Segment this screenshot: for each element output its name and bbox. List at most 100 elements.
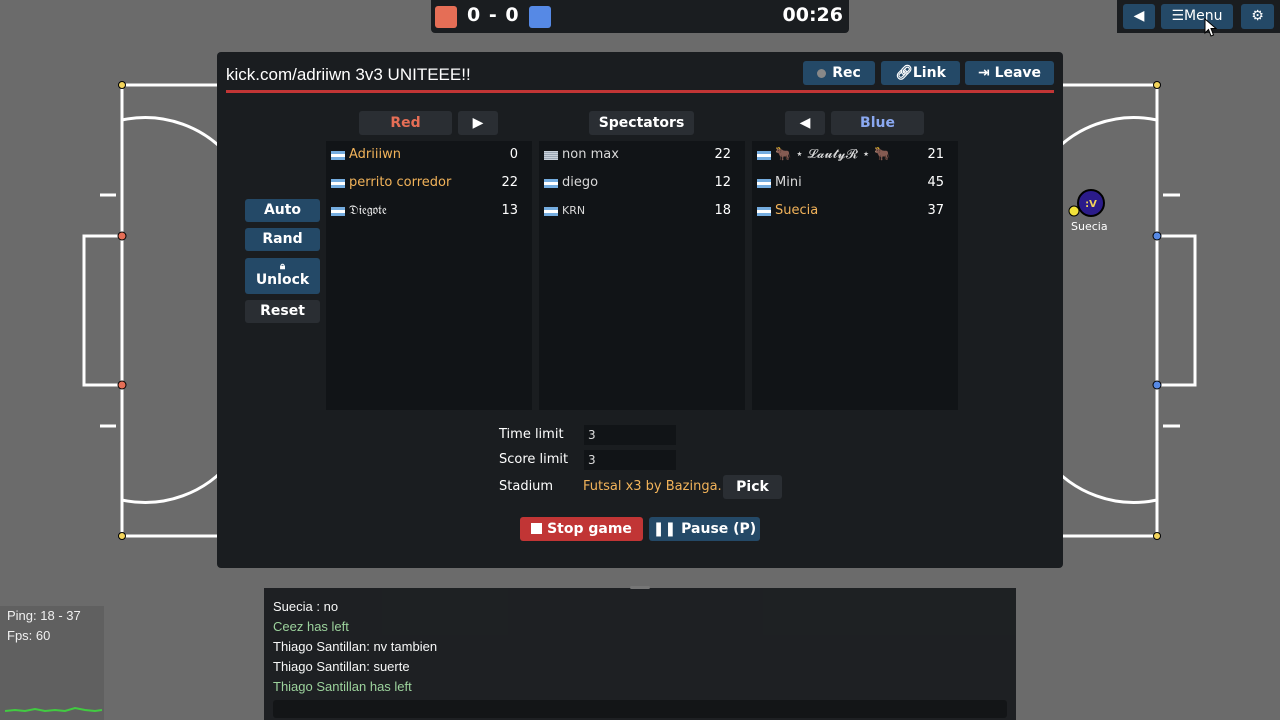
- argentina-flag-icon: [757, 207, 771, 216]
- play-right-icon: ▶: [472, 115, 484, 131]
- hamburger-icon: ☰: [1171, 8, 1185, 24]
- right-top-arc: [1045, 116, 1158, 161]
- chat-panel: Suecia : no Ceez has left Thiago Santill…: [264, 586, 1016, 720]
- player-ping: 21: [927, 147, 944, 162]
- gear-icon: ⚙: [1251, 8, 1264, 24]
- red-team-list[interactable]: Adriiiwn 0 perrito corredor 22 𝔇𝔦𝔢𝔤𝔬𝔱𝔢 1…: [326, 141, 532, 410]
- game-timer: 00:26: [782, 4, 843, 26]
- player-ping: 12: [714, 175, 731, 190]
- mouse-cursor-icon: [1204, 18, 1218, 37]
- pick-stadium-button[interactable]: Pick: [723, 475, 782, 499]
- player-name: KRN: [562, 204, 586, 217]
- player-row[interactable]: diego 12: [539, 169, 745, 197]
- leave-button[interactable]: ⇥ Leave: [965, 61, 1054, 85]
- argentina-flag-icon: [331, 207, 345, 216]
- game-stage: :V Suecia 0 - 0 00:26 ◀ ☰Menu ⚙ kick.com…: [0, 0, 1280, 720]
- player-name: Suecia: [775, 203, 819, 218]
- spectators-button[interactable]: Spectators: [589, 111, 694, 135]
- player-row[interactable]: 🐂 ⋆ 𝓛𝓪𝓾𝓽𝔂𝓡 ⋆ 🐂 21: [752, 141, 958, 169]
- red-team-button[interactable]: Red: [359, 111, 452, 135]
- title-divider: [226, 90, 1054, 93]
- exit-icon: ⇥: [977, 65, 995, 81]
- room-title: kick.com/adriiwn 3v3 UNITEEE!!: [226, 65, 471, 84]
- player-name: Adriiiwn: [349, 147, 401, 162]
- player-name: diego: [562, 175, 599, 190]
- player-row[interactable]: perrito corredor 22: [326, 169, 532, 197]
- blue-team-list[interactable]: 🐂 ⋆ 𝓛𝓪𝓾𝓽𝔂𝓡 ⋆ 🐂 21 Mini 45 Suecia 37: [752, 141, 958, 410]
- stop-label: Stop game: [547, 521, 632, 537]
- room-dialog: kick.com/adriiwn 3v3 UNITEEE!! Rec 🔗︎Lin…: [217, 52, 1063, 568]
- stadium-name: Futsal x3 by Bazinga...: [583, 479, 730, 494]
- spectators-list[interactable]: non max 22 diego 12 KRN 18: [539, 141, 745, 410]
- record-icon: [817, 68, 827, 78]
- argentina-flag-icon: [757, 179, 771, 188]
- time-limit-label: Time limit: [499, 427, 564, 442]
- pause-label: Pause (P): [681, 521, 757, 537]
- argentina-flag-icon: [544, 207, 558, 216]
- player-name: Mini: [775, 175, 802, 190]
- stadium-label: Stadium: [499, 479, 554, 494]
- argentina-flag-icon: [331, 179, 345, 188]
- chat-message: Suecia : no: [273, 599, 339, 614]
- stop-game-button[interactable]: Stop game: [520, 517, 643, 541]
- score-limit-field[interactable]: 3: [584, 450, 676, 470]
- player-row[interactable]: Mini 45: [752, 169, 958, 197]
- left-bottom-arc: [121, 459, 234, 504]
- player-row[interactable]: Suecia 37: [752, 197, 958, 225]
- score-limit-label: Score limit: [499, 452, 569, 467]
- player-ping: 0: [509, 147, 518, 162]
- chat-log: Suecia : no Ceez has left Thiago Santill…: [273, 597, 437, 697]
- left-post-bottom: [117, 380, 127, 390]
- player-row[interactable]: non max 22: [539, 141, 745, 169]
- network-stats: Ping: 18 - 37 Fps: 60: [0, 606, 104, 720]
- settings-button[interactable]: ⚙: [1241, 4, 1274, 29]
- score: 0 - 0: [467, 4, 520, 26]
- player-row[interactable]: Adriiiwn 0: [326, 141, 532, 169]
- argentina-flag-icon: [757, 151, 771, 160]
- reset-button[interactable]: Reset: [245, 300, 320, 323]
- time-limit-field[interactable]: 3: [584, 425, 676, 445]
- top-right-controls: ◀ ☰Menu ⚙: [1117, 0, 1280, 33]
- menu-button[interactable]: ☰Menu: [1161, 4, 1233, 29]
- flag-icon: [544, 151, 558, 160]
- link-button[interactable]: 🔗︎Link: [881, 61, 960, 85]
- sound-button[interactable]: ◀: [1123, 4, 1155, 29]
- right-bottom-arc: [1045, 459, 1158, 504]
- move-to-red-button[interactable]: ▶: [458, 111, 498, 135]
- stop-icon: [531, 523, 543, 534]
- play-left-icon: ◀: [799, 115, 811, 131]
- auto-button[interactable]: Auto: [245, 199, 320, 222]
- left-top-arc: [121, 116, 234, 161]
- chat-message: Thiago Santillan: nv tambien: [273, 639, 438, 654]
- player-ping: 18: [714, 203, 731, 218]
- rec-button[interactable]: Rec: [803, 61, 875, 85]
- player-name: 🐂 ⋆ 𝓛𝓪𝓾𝓽𝔂𝓡 ⋆ 🐂: [775, 147, 891, 162]
- player-name: 𝔇𝔦𝔢𝔤𝔬𝔱𝔢: [349, 203, 387, 218]
- link-label: Link: [912, 65, 946, 81]
- left-post-top: [117, 231, 127, 241]
- scorebar: 0 - 0 00:26: [431, 0, 849, 33]
- chat-input[interactable]: [273, 700, 1007, 718]
- argentina-flag-icon: [331, 151, 345, 160]
- move-to-blue-button[interactable]: ◀: [785, 111, 825, 135]
- blue-team-indicator: [529, 6, 551, 28]
- pause-button[interactable]: ❚❚ Pause (P): [649, 517, 760, 541]
- link-icon: 🔗︎: [895, 65, 913, 81]
- argentina-flag-icon: [544, 179, 558, 188]
- chat-message: Thiago Santillan: suerte: [273, 659, 410, 674]
- right-post-bottom: [1152, 380, 1162, 390]
- unlock-button[interactable]: 🔒︎ Unlock: [245, 258, 320, 294]
- ping-graph: [5, 706, 102, 713]
- player-ping: 37: [927, 203, 944, 218]
- ball: [1068, 205, 1080, 217]
- player-row[interactable]: KRN 18: [539, 197, 745, 225]
- left-goal: [82, 234, 124, 387]
- player-row[interactable]: 𝔇𝔦𝔢𝔤𝔬𝔱𝔢 13: [326, 197, 532, 225]
- chat-resize-handle[interactable]: [630, 586, 650, 589]
- blue-team-button[interactable]: Blue: [831, 111, 924, 135]
- red-team-indicator: [435, 6, 457, 28]
- ping-readout: Ping: 18 - 37: [7, 608, 81, 623]
- rand-button[interactable]: Rand: [245, 228, 320, 251]
- player-name-label: Suecia: [1071, 220, 1108, 233]
- player-avatar-text: :V: [1085, 199, 1097, 210]
